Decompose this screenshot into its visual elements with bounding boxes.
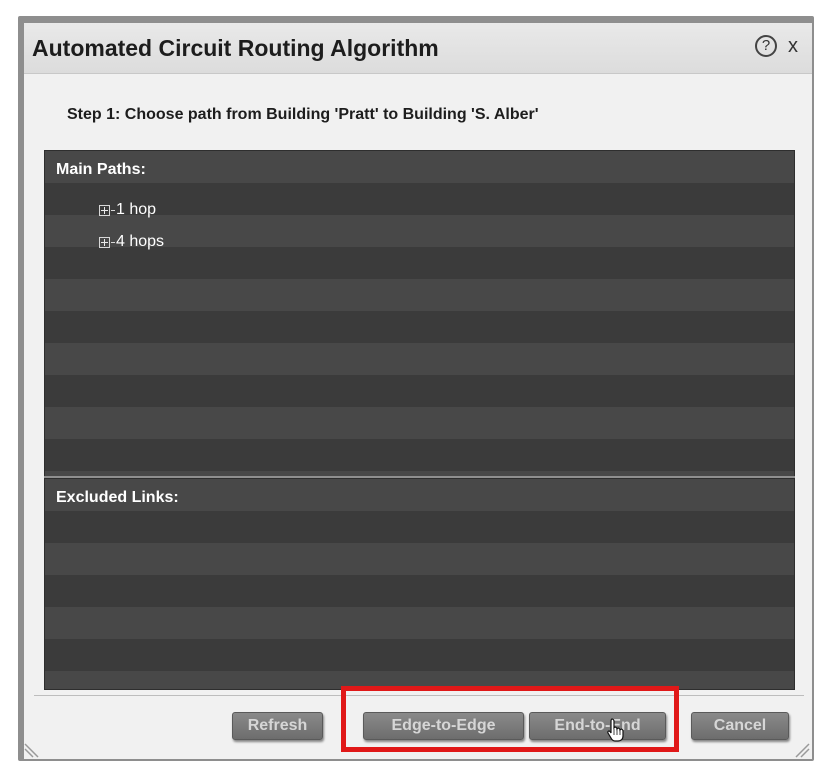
expand-plus-icon[interactable]: [99, 236, 110, 248]
highlight-box: [341, 686, 679, 752]
main-paths-header: Main Paths:: [56, 161, 146, 178]
dialog-title: Automated Circuit Routing Algorithm: [32, 35, 439, 61]
routing-dialog: Automated Circuit Routing Algorithm ? x …: [24, 23, 812, 759]
expand-plus-icon[interactable]: [99, 204, 110, 216]
help-icon[interactable]: ?: [755, 35, 777, 57]
tree-item-label: 1 hop: [116, 201, 157, 218]
tree-connector: [111, 241, 115, 243]
hand-cursor-icon: [607, 718, 624, 742]
dialog-titlebar[interactable]: Automated Circuit Routing Algorithm ? x: [24, 23, 812, 74]
tree-item-1-hop[interactable]: 1 hop: [99, 201, 156, 219]
step-label: Step 1: Choose path from Building 'Pratt…: [67, 106, 539, 123]
tree-connector: [111, 209, 115, 211]
tree-item-4-hops[interactable]: 4 hops: [99, 233, 164, 251]
resize-grip-icon[interactable]: [24, 742, 40, 758]
refresh-button[interactable]: Refresh: [232, 712, 323, 740]
main-paths-panel: Main Paths: 1 hop 4 hops: [44, 150, 795, 478]
cancel-button[interactable]: Cancel: [691, 712, 789, 740]
excluded-links-header: Excluded Links:: [56, 489, 179, 506]
excluded-links-panel: Excluded Links:: [44, 478, 795, 690]
tree-item-label: 4 hops: [116, 233, 165, 250]
resize-grip-icon[interactable]: [794, 742, 810, 758]
close-icon[interactable]: x: [788, 35, 798, 57]
